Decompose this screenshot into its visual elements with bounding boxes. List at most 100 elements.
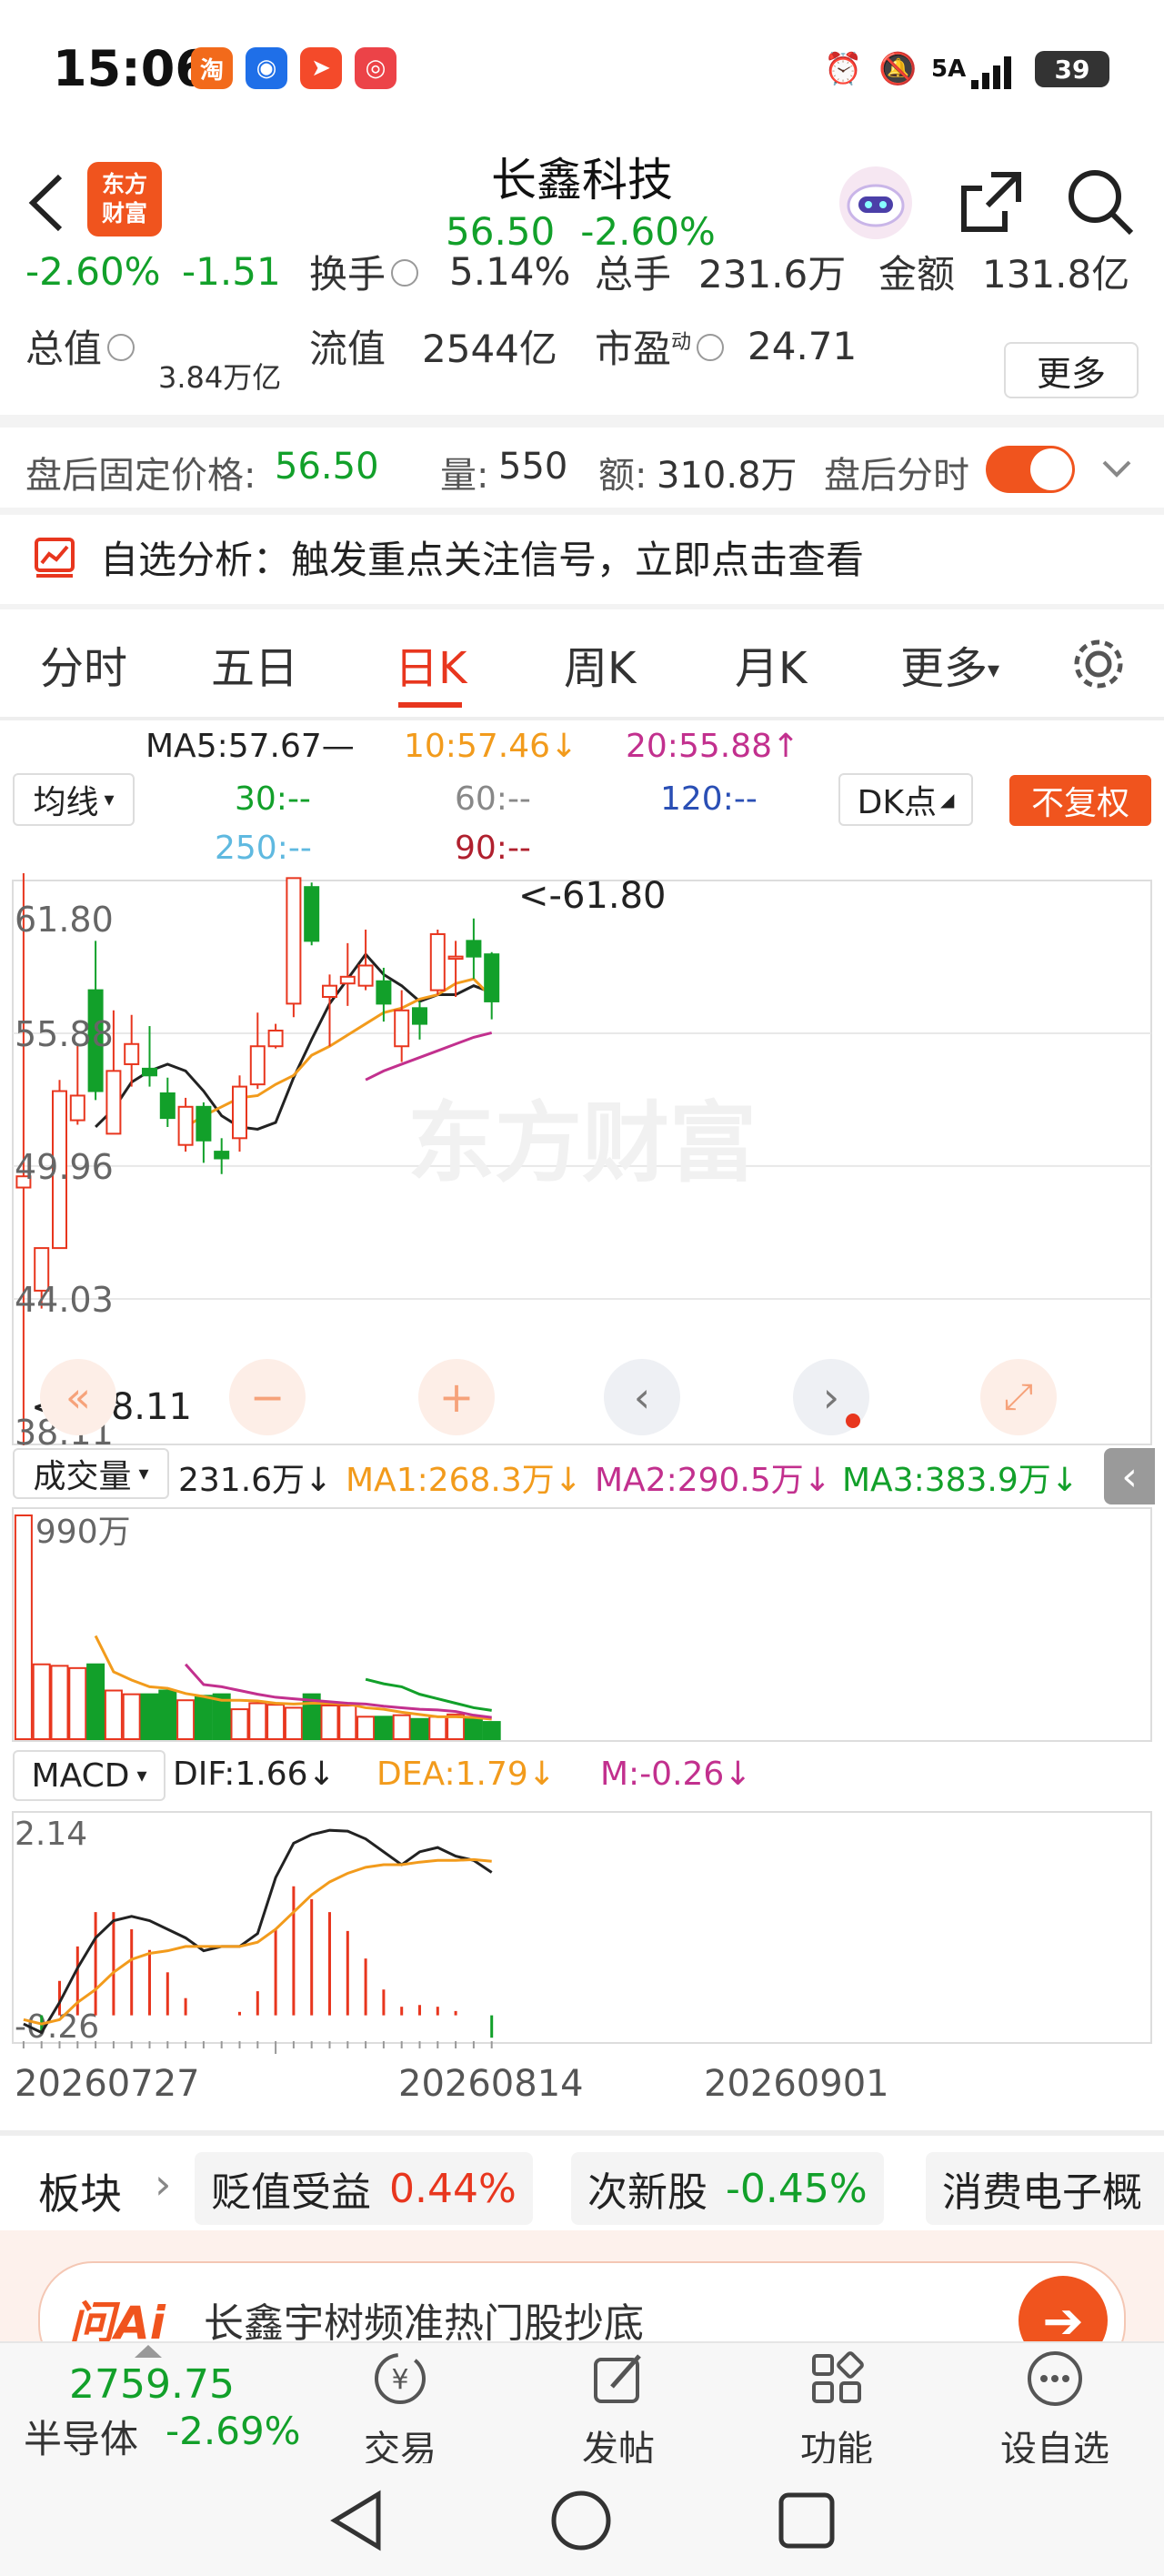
share-icon[interactable]: [955, 166, 1028, 238]
candle-body: [177, 1105, 194, 1146]
candle-body: [322, 984, 337, 999]
dea-label: DEA:1.79↓: [376, 1756, 556, 1793]
volume-bar: [428, 1716, 447, 1740]
nav-functions[interactable]: 功能: [764, 2347, 909, 2472]
volume-bar: [374, 1716, 393, 1740]
index-ticker[interactable]: 2759.75 半导体 -2.69%: [20, 2343, 301, 2461]
volume-value: 231.6万: [698, 251, 847, 297]
alarm-icon: ⏰: [824, 51, 863, 87]
ma20-line: [365, 1031, 493, 1082]
tab-wuri[interactable]: 五日: [211, 632, 298, 696]
after-hours-toggle[interactable]: [986, 446, 1075, 493]
collapse-panel-button[interactable]: ‹: [1104, 1448, 1155, 1504]
trade-icon: ¥: [375, 2353, 426, 2404]
quote-change-amt: -1.51: [182, 248, 281, 294]
arrow-right-icon[interactable]: ➔: [1018, 2276, 1108, 2343]
macd-axis-top: 2.14: [15, 1816, 87, 1853]
stock-price-line: 56.50 -2.60%: [446, 209, 716, 254]
ai-robot-icon[interactable]: [835, 162, 917, 244]
after-hours-amt-label: 额:: [598, 455, 647, 497]
candle-body: [214, 1151, 230, 1160]
m-label: M:-0.26↓: [600, 1756, 752, 1793]
ma-selector[interactable]: 均线 ▾: [13, 773, 135, 826]
clock: 15:06: [53, 40, 209, 97]
grid-icon: [812, 2351, 864, 2403]
sector-pill[interactable]: 贬值受益 0.44%: [195, 2152, 533, 2225]
divider: [0, 717, 1164, 720]
price-axis-label: 44.03: [15, 1280, 114, 1320]
tab-yuek[interactable]: 月K: [735, 632, 807, 696]
volume-bar: [482, 1721, 501, 1740]
system-recents-icon[interactable]: [777, 2490, 837, 2551]
info-icon[interactable]: [107, 334, 135, 361]
volume-bar: [68, 1666, 87, 1740]
tab-more[interactable]: 更多▾: [900, 632, 999, 696]
divider: [0, 415, 1164, 428]
system-back-icon[interactable]: [327, 2489, 386, 2552]
macd-chart: 2.14 -0.26: [12, 1811, 1152, 2054]
fullscreen-button[interactable]: ⤢: [980, 1359, 1057, 1435]
candle-body: [429, 932, 446, 991]
adjust-mode-button[interactable]: 不复权: [1009, 775, 1151, 826]
info-icon[interactable]: [391, 259, 419, 287]
tab-rik[interactable]: 日K: [395, 632, 467, 696]
system-home-icon[interactable]: [549, 2489, 613, 2552]
battery-icon: 39: [1035, 51, 1109, 87]
after-hours-vol-label: 量:: [440, 455, 489, 497]
volume-bar: [410, 1717, 429, 1740]
sector-pill[interactable]: 次新股 -0.45%: [571, 2152, 884, 2225]
dif-label: DIF:1.66↓: [173, 1756, 336, 1793]
nav-trade[interactable]: ¥ 交易: [327, 2347, 473, 2472]
candle-body: [339, 975, 356, 985]
volume-bar: [248, 1702, 267, 1740]
volume-bar: [320, 1704, 339, 1741]
candle-body: [159, 1092, 176, 1120]
more-icon: [1028, 2351, 1082, 2406]
ma90-label: 90:--: [455, 830, 531, 867]
sector-pill[interactable]: 消费电子概: [926, 2152, 1164, 2225]
send-app-icon: ➤: [300, 47, 342, 89]
volume-bar: [194, 1695, 213, 1740]
price-axis-label: 49.96: [15, 1147, 114, 1187]
ma5-label: MA5:57.67—: [146, 728, 355, 765]
notice-bar[interactable]: 自选分析： 触发重点关注信号，立即点击查看: [33, 529, 864, 585]
divider: [0, 604, 1164, 609]
system-nav: [0, 2463, 1164, 2576]
ma20-label: 20:55.88↑: [626, 728, 800, 765]
sectors-label: 板块: [38, 2169, 122, 2219]
candle-body: [447, 955, 464, 961]
ma60-label: 60:--: [455, 780, 531, 818]
candle-body: [232, 1085, 247, 1140]
chevron-right-icon[interactable]: ›: [155, 2159, 171, 2209]
dk-point-button[interactable]: DK点 ◢: [838, 773, 973, 826]
price-axis-label: 55.88: [15, 1014, 114, 1054]
volume-bar: [140, 1693, 159, 1740]
caret-up-icon: [135, 2345, 162, 2358]
zoom-in-button[interactable]: +: [418, 1359, 495, 1435]
nav-post[interactable]: 发帖: [546, 2347, 691, 2472]
rewind-button[interactable]: «: [40, 1359, 116, 1435]
tab-zhouk[interactable]: 周K: [564, 632, 636, 696]
candlestick-chart[interactable]: 东方财富 61.8055.8849.9644.0338.11: [0, 873, 1164, 1455]
volume-selector[interactable]: 成交量 ▾: [13, 1448, 169, 1499]
after-hours-amt: 310.8万: [657, 455, 798, 497]
high-annotation: <-61.80: [518, 875, 667, 917]
ai-banner[interactable]: 问Ai 长鑫宇树频准热门股抄底 ➔: [38, 2261, 1126, 2343]
scroll-right-button[interactable]: ›: [793, 1359, 869, 1435]
volume-bar: [464, 1716, 483, 1740]
date-label-mid: 20260814: [398, 2063, 584, 2105]
pe-label: 市盈动: [595, 318, 729, 374]
notice-text: 触发重点关注信号，立即点击查看: [291, 538, 865, 582]
macd-selector[interactable]: MACD ▾: [13, 1750, 166, 1801]
gear-icon[interactable]: [1069, 635, 1128, 693]
nav-add-watchlist[interactable]: 设自选: [982, 2347, 1128, 2472]
chevron-down-icon[interactable]: [1100, 455, 1133, 482]
more-quote-button[interactable]: 更多: [1004, 342, 1139, 398]
tab-fenshi[interactable]: 分时: [40, 632, 127, 696]
ma120-label: 120:--: [660, 780, 758, 818]
info-icon[interactable]: [697, 334, 725, 361]
candle-body: [196, 1105, 212, 1142]
zoom-out-button[interactable]: −: [229, 1359, 306, 1435]
scroll-left-button[interactable]: ‹: [604, 1359, 680, 1435]
search-icon[interactable]: [1064, 166, 1137, 238]
